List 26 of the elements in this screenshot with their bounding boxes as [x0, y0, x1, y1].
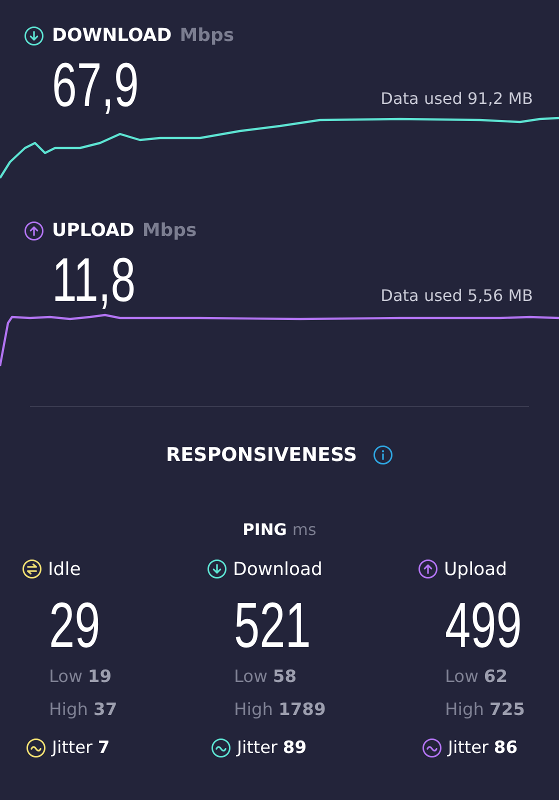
section-title: RESPONSIVENESS: [166, 443, 358, 468]
low-value: Low 62: [445, 666, 508, 686]
data-used-label: Data used 91,2 MB: [380, 88, 533, 110]
high-value: High 37: [49, 700, 118, 720]
ping-label: Download: [233, 558, 322, 582]
high-value: High 725: [445, 700, 525, 720]
unit-label: ms: [292, 520, 316, 538]
test-title: DOWNLOAD: [52, 24, 172, 48]
ping-title: PING: [242, 520, 287, 538]
unit-label: Mbps: [142, 219, 197, 243]
ping-value: 29: [49, 592, 100, 656]
data-used-label: Data used 5,56 MB: [380, 285, 533, 307]
speed-value: 67,9: [52, 55, 139, 117]
unit-label: Mbps: [180, 24, 234, 48]
low-value: Low 19: [49, 666, 112, 686]
jitter-value: Jitter 89: [237, 736, 307, 760]
ping-value: 521: [234, 592, 311, 656]
low-value: Low 58: [234, 666, 297, 686]
speed-value: 11,8: [52, 250, 136, 312]
jitter-value: Jitter 7: [52, 736, 110, 760]
ping-label: Idle: [48, 558, 81, 582]
jitter-value: Jitter 86: [448, 736, 518, 760]
high-value: High 1789: [234, 700, 326, 720]
test-title: UPLOAD: [52, 219, 134, 243]
ping-label: Upload: [444, 558, 508, 582]
ping-value: 499: [445, 592, 522, 656]
